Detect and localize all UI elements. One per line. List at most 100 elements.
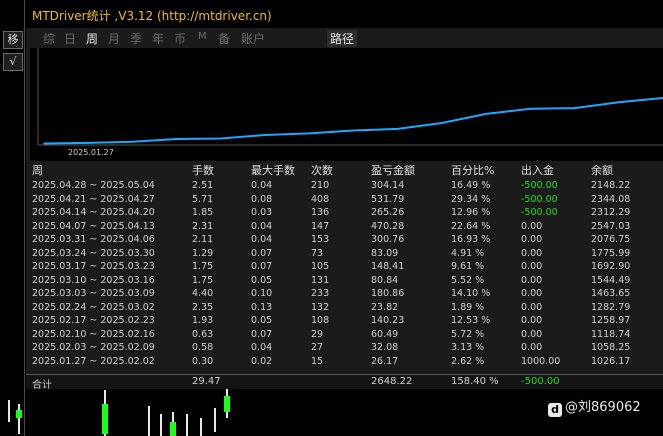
cell-balance: 1026.17 xyxy=(591,355,631,367)
tab-year[interactable]: 年 xyxy=(152,30,164,47)
cell-flow: -500.00 xyxy=(521,180,558,191)
equity-line xyxy=(43,97,663,145)
cell-flow: 0.00 xyxy=(521,315,543,326)
cell-week: 2025.04.14 ~ 2025.04.20 xyxy=(32,207,155,218)
col-lots[interactable]: 手数 xyxy=(192,164,214,177)
table-row[interactable]: 2025.03.31 ~ 2025.04.06 2.11 0.04 153 300.76… xyxy=(26,233,663,246)
tab-currency[interactable]: 币 xyxy=(174,30,186,47)
cell-lots: 1.75 xyxy=(192,261,214,272)
cell-lots: 0.58 xyxy=(192,342,214,353)
col-pnl[interactable]: 盈亏金额 xyxy=(371,164,415,177)
gutter-divider xyxy=(24,0,25,436)
cell-pnl: 470.28 xyxy=(371,220,405,232)
equity-point xyxy=(573,107,576,109)
col-flow[interactable]: 出入金 xyxy=(521,164,554,177)
cell-count: 153 xyxy=(311,234,330,245)
equity-point xyxy=(131,140,134,143)
tab-month[interactable]: 月 xyxy=(108,30,120,47)
col-percent[interactable]: 百分比% xyxy=(451,164,494,177)
col-balance[interactable]: 余额 xyxy=(591,164,613,177)
cell-lots: 0.63 xyxy=(192,328,214,340)
cell-week: 2025.03.24 ~ 2025.03.30 xyxy=(32,247,155,259)
table-footer: 合计 29.47 2648.22 158.40 % -500.00 xyxy=(26,374,663,391)
move-button[interactable]: 移 xyxy=(3,31,23,49)
cell-count: 105 xyxy=(311,261,330,272)
cell-max-lots: 0.05 xyxy=(251,274,273,286)
table-row[interactable]: 2025.02.10 ~ 2025.02.16 0.63 0.07 29 60.49 5.… xyxy=(26,328,663,341)
cell-balance: 1258.97 xyxy=(591,315,631,326)
footer-lots: 29.47 xyxy=(192,376,221,387)
equity-chart: 2025.01.27 xyxy=(30,48,663,161)
table-row[interactable]: 2025.04.21 ~ 2025.04.27 5.71 0.08 408 531.79… xyxy=(26,193,663,206)
cell-flow: -500.00 xyxy=(521,207,558,218)
cell-balance: 1544.49 xyxy=(591,274,631,286)
stats-window: MTDriver统计 ,V3.12 (http://mtdriver.cn) 综… xyxy=(26,0,663,391)
cell-max-lots: 0.02 xyxy=(251,355,273,367)
left-gutter: 移 √ xyxy=(0,0,26,436)
cell-max-lots: 0.04 xyxy=(251,234,273,245)
cell-pnl: 23.82 xyxy=(371,301,399,313)
tab-quarter[interactable]: 季 xyxy=(130,30,142,47)
table-header: 周 手数 最大手数 次数 盈亏金额 百分比% 出入金 余额 xyxy=(26,164,663,177)
cell-percent: 12.96 % xyxy=(451,207,491,218)
window-title: MTDriver统计 ,V3.12 (http://mtdriver.cn) xyxy=(32,9,272,23)
cell-max-lots: 0.07 xyxy=(251,328,273,340)
watermark-text: @刘869062 xyxy=(565,400,641,415)
cell-percent: 2.62 % xyxy=(451,355,485,367)
table-row[interactable]: 2025.04.07 ~ 2025.04.13 2.31 0.04 147 470.28… xyxy=(26,220,663,233)
cell-lots: 2.11 xyxy=(192,234,214,245)
equity-chart-svg xyxy=(37,48,663,146)
tab-m[interactable]: M xyxy=(198,31,207,42)
cell-pnl: 300.76 xyxy=(371,234,405,245)
cell-max-lots: 0.07 xyxy=(251,247,273,259)
tab-week[interactable]: 周 xyxy=(86,30,98,47)
tab-summary[interactable]: 综 xyxy=(43,30,55,47)
cell-percent: 16.49 % xyxy=(451,180,491,191)
cell-pnl: 265.26 xyxy=(371,207,405,218)
cell-week: 2025.03.17 ~ 2025.03.23 xyxy=(32,261,155,272)
table-row[interactable]: 2025.01.27 ~ 2025.02.02 0.30 0.02 15 26.17 2.… xyxy=(26,355,663,368)
cell-percent: 29.34 % xyxy=(451,193,491,205)
tab-account[interactable]: 账户 xyxy=(241,30,265,47)
cell-lots: 1.75 xyxy=(192,274,214,286)
title-bar: MTDriver统计 ,V3.12 (http://mtdriver.cn) xyxy=(26,0,663,28)
cell-lots: 2.31 xyxy=(192,220,214,232)
cell-lots: 1.29 xyxy=(192,247,214,259)
table-row[interactable]: 2025.02.03 ~ 2025.02.09 0.58 0.04 27 32.08 3.… xyxy=(26,341,663,354)
cell-pnl: 60.49 xyxy=(371,328,399,340)
cell-lots: 2.51 xyxy=(192,180,214,191)
footer-pnl: 2648.22 xyxy=(371,376,413,387)
path-button[interactable]: 路径 xyxy=(327,30,358,47)
table-row[interactable]: 2025.03.24 ~ 2025.03.30 1.29 0.07 73 83.09 4.… xyxy=(26,247,663,260)
table-row[interactable]: 2025.02.24 ~ 2025.03.02 2.35 0.13 132 23.82 1… xyxy=(26,301,663,314)
cell-week: 2025.04.07 ~ 2025.04.13 xyxy=(32,220,155,232)
cell-flow: 0.00 xyxy=(521,234,543,245)
tab-day[interactable]: 日 xyxy=(64,30,76,47)
table-row[interactable]: 2025.04.14 ~ 2025.04.20 1.85 0.03 136 265.26… xyxy=(26,206,663,219)
table-row[interactable]: 2025.04.28 ~ 2025.05.04 2.51 0.04 210 304.14… xyxy=(26,179,663,192)
table-row[interactable]: 2025.02.17 ~ 2025.02.23 1.93 0.05 108 140.23… xyxy=(26,314,663,327)
cell-count: 210 xyxy=(311,180,330,191)
cell-flow: -500.00 xyxy=(521,193,558,205)
cell-pnl: 304.14 xyxy=(371,180,405,191)
cell-flow: 0.00 xyxy=(521,247,543,259)
col-week[interactable]: 周 xyxy=(32,164,43,177)
table-row[interactable]: 2025.03.10 ~ 2025.03.16 1.75 0.05 131 80.84 5… xyxy=(26,274,663,287)
col-count[interactable]: 次数 xyxy=(311,164,333,177)
equity-point xyxy=(43,142,45,145)
table-row[interactable]: 2025.03.17 ~ 2025.03.23 1.75 0.07 105 148.41… xyxy=(26,260,663,273)
cell-percent: 5.72 % xyxy=(451,328,485,340)
cell-week: 2025.03.03 ~ 2025.03.09 xyxy=(32,288,155,299)
check-button[interactable]: √ xyxy=(3,53,23,71)
cell-max-lots: 0.13 xyxy=(251,301,273,313)
cell-flow: 0.00 xyxy=(521,328,543,340)
cell-max-lots: 0.10 xyxy=(251,288,273,299)
table-row[interactable]: 2025.03.03 ~ 2025.03.09 4.40 0.10 233 180.86… xyxy=(26,287,663,300)
cell-percent: 1.89 % xyxy=(451,301,485,313)
cell-pnl: 83.09 xyxy=(371,247,399,259)
tab-backup[interactable]: 备 xyxy=(218,30,230,47)
col-max-lots[interactable]: 最大手数 xyxy=(251,164,295,177)
price-candles xyxy=(0,384,240,436)
watermark: d @刘869062 xyxy=(548,396,641,417)
cell-percent: 16.93 % xyxy=(451,234,491,245)
